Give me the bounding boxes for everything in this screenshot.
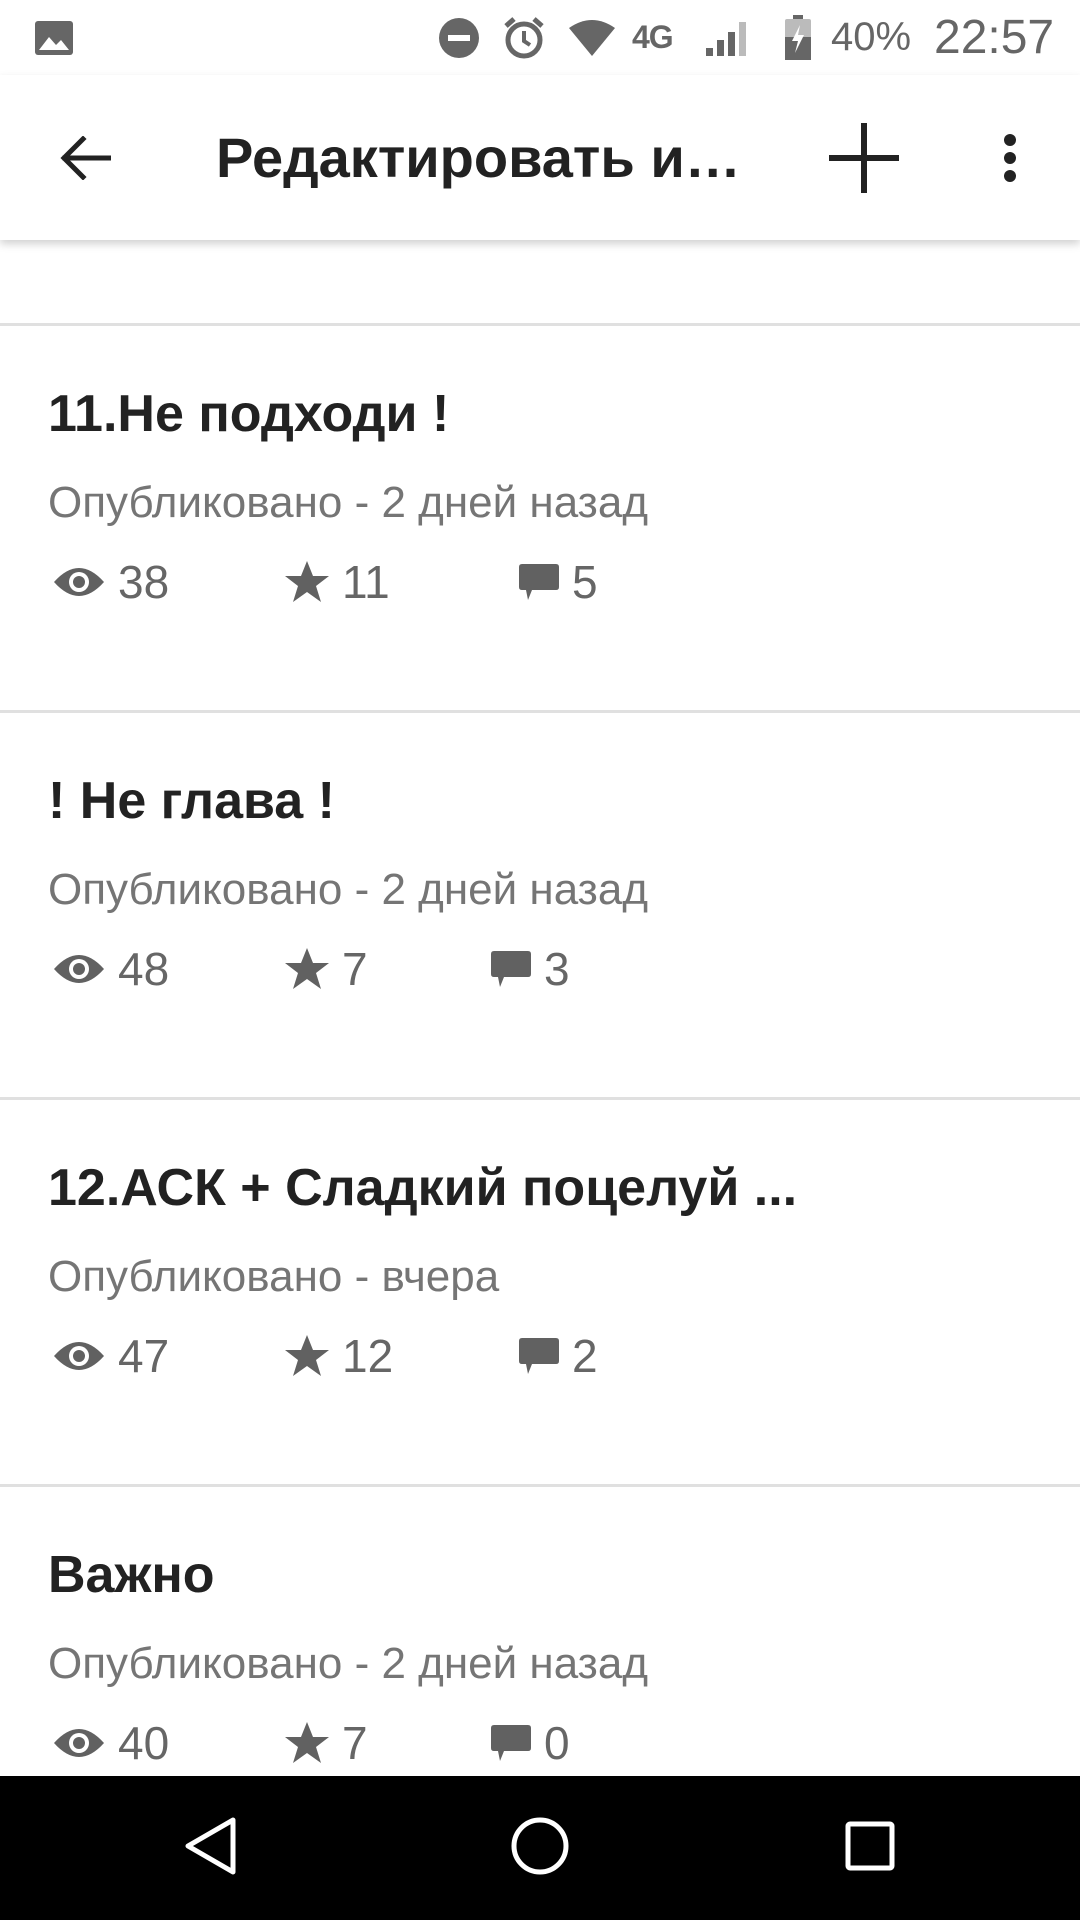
star-icon [284,1721,330,1765]
comment-icon [490,949,532,989]
views-count: 47 [118,1330,170,1382]
comment-icon [490,1723,532,1763]
clock: 22:57 [934,11,1055,64]
star-icon [284,560,330,604]
views-stat: 40 [52,1713,169,1773]
eye-icon [52,1725,106,1761]
comments-count: 5 [572,556,598,608]
votes-stat: 12 [284,1326,393,1386]
more-options-button[interactable] [980,115,1040,205]
nav-back-icon [183,1817,237,1880]
eye-icon [52,951,106,987]
part-published: Опубликовано - 2 дней назад [48,478,648,527]
views-stat: 38 [52,552,169,612]
views-stat: 47 [52,1326,169,1386]
comments-stat: 2 [518,1326,598,1386]
star-icon [284,1334,330,1378]
votes-stat: 11 [284,552,390,612]
votes-stat: 7 [284,1713,368,1773]
parts-list[interactable]: 11.Не подходи ! Опубликовано - 2 дней на… [0,240,1080,1776]
network-type: 4G [632,19,674,55]
list-item[interactable]: 11.Не подходи ! Опубликовано - 2 дней на… [0,326,1080,710]
part-title: 12.АСК + Сладкий поцелуй ... [48,1159,798,1217]
comments-count: 2 [572,1330,598,1382]
comments-stat: 0 [490,1713,570,1773]
signal-icon [704,0,754,75]
votes-count: 12 [342,1330,394,1382]
nav-home-icon [510,1816,570,1881]
part-published: Опубликовано - вчера [48,1252,500,1301]
nav-recents-button[interactable] [798,1776,942,1920]
system-nav-bar [0,1776,1080,1920]
list-item[interactable]: ! Не глава ! Опубликовано - 2 дней назад… [0,713,1080,1097]
more-vert-icon [1002,133,1018,188]
part-title: ! Не глава ! [48,772,335,830]
views-count: 48 [118,943,170,995]
gallery-icon [34,0,74,75]
app-bar: Редактировать и… [0,75,1080,240]
dnd-icon [437,0,481,75]
page-title: Редактировать и… [216,126,741,189]
views-count: 40 [118,1717,170,1769]
nav-recents-icon [844,1820,896,1877]
comments-count: 3 [544,943,570,995]
comment-icon [518,1336,560,1376]
part-title: Важно [48,1546,215,1604]
votes-stat: 7 [284,939,368,999]
comment-icon [518,562,560,602]
status-bar: 4G 40% 22:57 [0,0,1080,75]
eye-icon [52,564,106,600]
nav-back-button[interactable] [138,1776,282,1920]
eye-icon [52,1338,106,1374]
battery-percent: 40% [831,15,912,59]
votes-count: 7 [342,1717,368,1769]
back-button[interactable] [40,115,130,205]
part-published: Опубликовано - 2 дней назад [48,1639,648,1688]
comments-count: 0 [544,1717,570,1769]
votes-count: 11 [342,556,390,608]
comments-stat: 5 [518,552,598,612]
part-title: 11.Не подходи ! [48,385,450,443]
views-count: 38 [118,556,170,608]
votes-count: 7 [342,943,368,995]
views-stat: 48 [52,939,169,999]
battery-icon [784,0,812,75]
list-item[interactable]: 12.АСК + Сладкий поцелуй ... Опубликован… [0,1100,1080,1484]
wifi-icon [567,0,617,75]
add-part-button[interactable] [816,115,912,205]
plus-icon [827,121,901,200]
star-icon [284,947,330,991]
part-published: Опубликовано - 2 дней назад [48,865,648,914]
back-arrow-icon [59,134,112,185]
nav-home-button[interactable] [468,1776,612,1920]
list-item[interactable]: Важно Опубликовано - 2 дней назад 40 7 0 [0,1487,1080,1776]
alarm-icon [500,0,548,75]
comments-stat: 3 [490,939,570,999]
